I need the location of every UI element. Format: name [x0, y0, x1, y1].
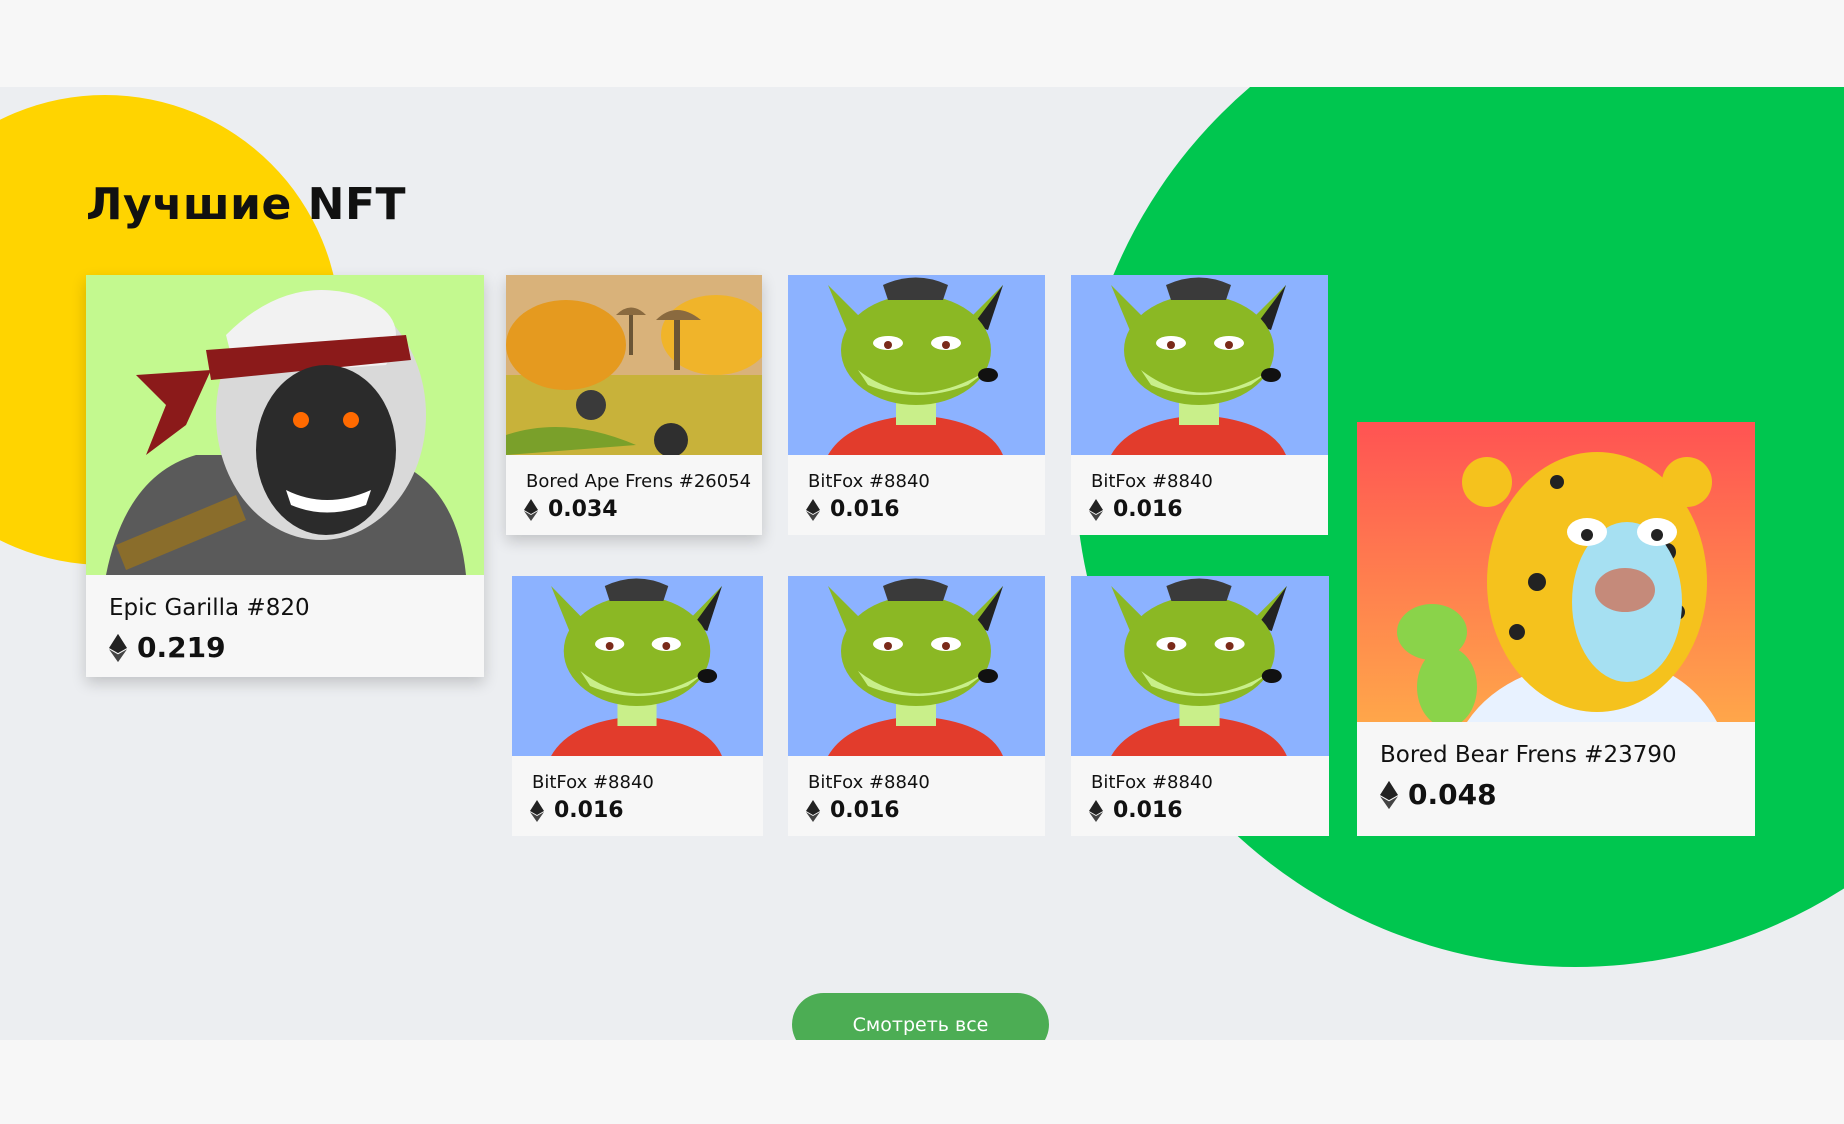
nft-image-mushroom-landscape	[506, 275, 762, 455]
nft-name: Bored Ape Frens #26054	[526, 471, 752, 492]
nft-name: Epic Garilla #820	[109, 595, 310, 621]
nft-name: BitFox #8840	[1091, 772, 1213, 793]
nft-card[interactable]: BitFox #8840 0.016	[788, 275, 1045, 535]
best-nft-section: Лучшие NFT Epic Garilla #820 0.219 Bored…	[0, 87, 1844, 1040]
nft-card[interactable]: Bored Ape Frens #26054 0.034	[506, 275, 762, 535]
nft-price-row: 0.048	[1380, 778, 1497, 811]
nft-price: 0.016	[554, 798, 624, 823]
nft-name: BitFox #8840	[1091, 471, 1213, 492]
ethereum-icon	[109, 633, 127, 663]
ethereum-icon	[1089, 498, 1103, 521]
nft-price: 0.016	[830, 497, 900, 522]
nft-price-row: 0.016	[806, 497, 900, 522]
nft-price-row: 0.016	[1089, 798, 1183, 823]
nft-image-fox	[512, 576, 763, 756]
nft-price: 0.219	[137, 631, 226, 664]
ethereum-icon	[1380, 780, 1398, 810]
nft-card[interactable]: Bored Bear Frens #23790 0.048	[1357, 422, 1755, 836]
nft-image-leopard-bear	[1357, 422, 1755, 722]
nft-card[interactable]: BitFox #8840 0.016	[512, 576, 763, 836]
nft-price-row: 0.016	[806, 798, 900, 823]
ethereum-icon	[806, 498, 820, 521]
nft-price: 0.034	[548, 497, 618, 522]
nft-name: BitFox #8840	[532, 772, 654, 793]
nft-image-fox	[1071, 576, 1329, 756]
nft-price: 0.016	[1113, 497, 1183, 522]
nft-price-row: 0.219	[109, 631, 226, 664]
nft-price: 0.016	[1113, 798, 1183, 823]
nft-price: 0.016	[830, 798, 900, 823]
nft-image-fox	[788, 576, 1045, 756]
ethereum-icon	[530, 799, 544, 822]
nft-price-row: 0.016	[1089, 497, 1183, 522]
section-title: Лучшие NFT	[86, 179, 407, 230]
nft-card[interactable]: BitFox #8840 0.016	[1071, 275, 1328, 535]
ethereum-icon	[1089, 799, 1103, 822]
nft-price-row: 0.034	[524, 497, 618, 522]
nft-image-fox	[1071, 275, 1328, 455]
nft-card[interactable]: Epic Garilla #820 0.219	[86, 275, 484, 677]
nft-price-row: 0.016	[530, 798, 624, 823]
nft-card[interactable]: BitFox #8840 0.016	[788, 576, 1045, 836]
view-all-button[interactable]: Смотреть все	[792, 993, 1049, 1040]
nft-name: Bored Bear Frens #23790	[1380, 742, 1677, 768]
top-bar	[0, 0, 1844, 87]
ethereum-icon	[524, 498, 538, 521]
nft-image-gorilla	[86, 275, 484, 575]
nft-card[interactable]: BitFox #8840 0.016	[1071, 576, 1329, 836]
nft-name: BitFox #8840	[808, 471, 930, 492]
ethereum-icon	[806, 799, 820, 822]
nft-image-fox	[788, 275, 1045, 455]
nft-price: 0.048	[1408, 778, 1497, 811]
bottom-bar	[0, 1040, 1844, 1124]
nft-name: BitFox #8840	[808, 772, 930, 793]
